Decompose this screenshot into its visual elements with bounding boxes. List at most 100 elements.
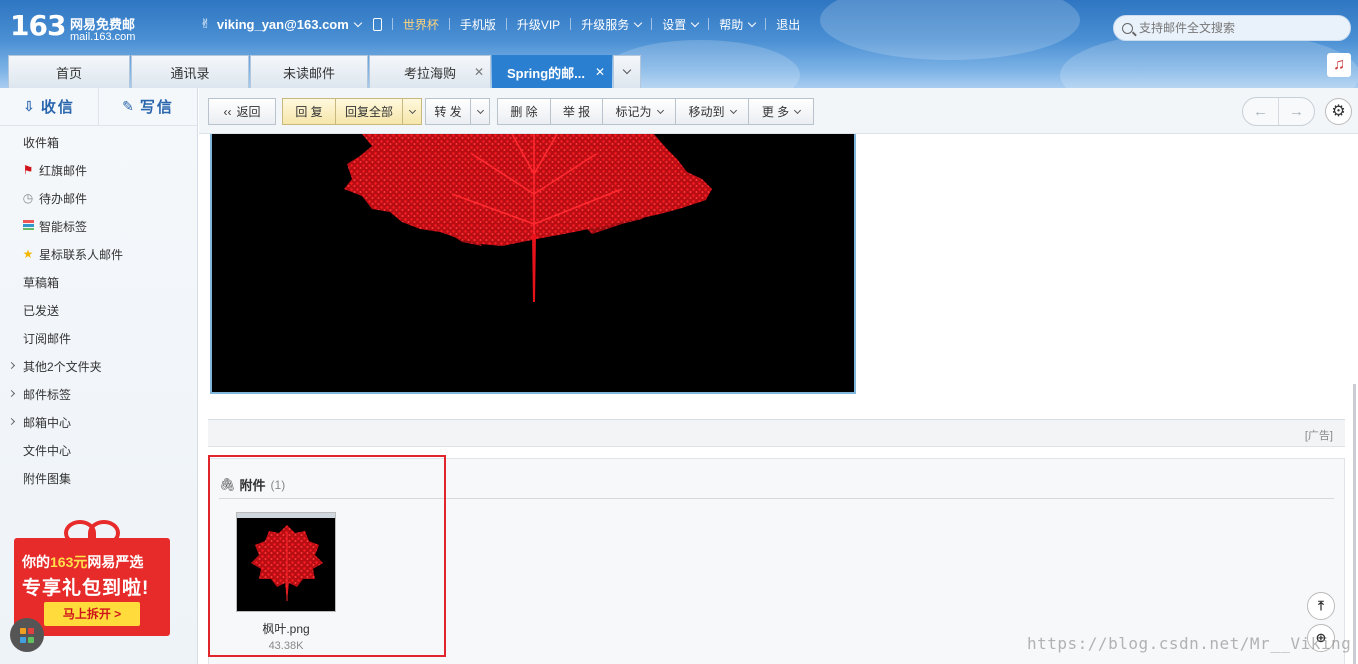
mail-content: [广告] 🖇 附件 (1) 枫叶.png 43.38K ⤒ ⊕: [199, 134, 1358, 664]
nav-separator: [391, 18, 393, 30]
close-icon[interactable]: ✕: [474, 65, 484, 79]
nav-separator: [448, 18, 450, 30]
tab-contacts[interactable]: 通讯录: [131, 55, 249, 88]
receive-mail-button[interactable]: ⇩ 收信: [0, 88, 99, 125]
forward-button[interactable]: 转 发: [425, 98, 471, 125]
more-button[interactable]: 更 多: [748, 98, 814, 125]
folder-mailbox-center[interactable]: 邮箱中心: [0, 408, 197, 436]
nav-separator: [708, 18, 710, 30]
tab-current-mail-label: Spring的邮...: [506, 65, 585, 81]
brand-logo[interactable]: 163 网易免费邮 mail.163.com: [10, 10, 135, 44]
nav-help-label: 帮助: [719, 17, 744, 32]
tab-home[interactable]: 首页: [8, 55, 130, 88]
ad-label[interactable]: [广告]: [1305, 427, 1333, 443]
next-mail-arrow-icon[interactable]: →: [1279, 98, 1314, 125]
folder-mail-tags[interactable]: 邮件标签: [0, 380, 197, 408]
header-bar: 163 网易免费邮 mail.163.com ✌ viking_yan@163.…: [0, 0, 1358, 88]
nav-upgrade-service[interactable]: 升级服务: [581, 16, 643, 33]
sidebar: ⇩ 收信 ✎ 写信 收件箱 ⚑ 红旗邮件 ◷ 待办邮件 智能标签 ★ 星标联系人邮件 草稿…: [0, 88, 198, 664]
chevron-down-icon: [747, 18, 757, 27]
forward-dropdown-button[interactable]: [470, 98, 490, 125]
nav-logout[interactable]: 退出: [776, 16, 800, 33]
reply-dropdown-button[interactable]: [402, 98, 422, 125]
write-mail-button[interactable]: ✎ 写信: [99, 88, 197, 125]
folder-sent[interactable]: 已发送: [0, 296, 197, 324]
reply-all-button[interactable]: 回复全部: [335, 98, 403, 125]
promo-prefix: 你的: [22, 554, 50, 570]
header-cloud-decoration: [820, 0, 1080, 60]
nav-settings-label: 设置: [662, 17, 687, 32]
folder-label: 草稿箱: [23, 275, 60, 290]
promo-open-button[interactable]: 马上拆开 >: [44, 602, 140, 626]
expand-arrow-icon[interactable]: [7, 417, 16, 426]
folder-label: 附件图集: [23, 471, 72, 486]
back-label: 返回: [236, 105, 261, 119]
folder-list: 收件箱 ⚑ 红旗邮件 ◷ 待办邮件 智能标签 ★ 星标联系人邮件 草稿箱 已发送 订阅…: [0, 126, 197, 492]
close-icon[interactable]: ✕: [595, 65, 605, 79]
music-note-icon[interactable]: ♫: [1327, 53, 1351, 77]
nav-separator: [651, 18, 653, 30]
search-icon[interactable]: [1122, 22, 1133, 34]
expand-arrow-icon[interactable]: [7, 389, 16, 398]
tab-unread-label: 未读邮件: [282, 65, 335, 81]
chevron-down-icon: [729, 106, 737, 114]
tab-more-button[interactable]: [613, 55, 641, 88]
nav-help[interactable]: 帮助: [719, 16, 757, 33]
folder-flagged[interactable]: ⚑ 红旗邮件: [0, 156, 197, 184]
pencil-icon: ✎: [122, 98, 134, 114]
reply-button[interactable]: 回 复: [282, 98, 336, 125]
app-launcher-icon[interactable]: [10, 618, 44, 652]
nav-settings[interactable]: 设置: [662, 16, 700, 33]
mail-prev-next: ← →: [1242, 97, 1315, 126]
mail-search-box[interactable]: [1113, 15, 1351, 41]
gear-icon[interactable]: ⚙: [1325, 98, 1352, 125]
back-button[interactable]: ‹‹ 返回: [208, 98, 276, 125]
nav-upgrade-vip[interactable]: 升级VIP: [517, 16, 560, 33]
tab-home-label: 首页: [55, 65, 82, 81]
mobile-phone-icon[interactable]: [372, 17, 382, 31]
tab-unread[interactable]: 未读邮件: [250, 55, 368, 88]
back-to-top-icon[interactable]: ⤒: [1307, 592, 1335, 620]
previous-mail-arrow-icon[interactable]: ←: [1243, 98, 1279, 125]
mark-as-button[interactable]: 标记为: [602, 98, 676, 125]
promo-line1: 你的163元网易严选: [22, 552, 143, 572]
folder-other-folders[interactable]: 其他2个文件夹: [0, 352, 197, 380]
delete-button[interactable]: 删 除: [497, 98, 551, 125]
nav-separator: [570, 18, 572, 30]
more-label: 更 多: [761, 105, 790, 119]
folder-subscriptions[interactable]: 订阅邮件: [0, 324, 197, 352]
nav-mobile[interactable]: 手机版: [460, 16, 496, 33]
promo-suffix: 网易严选: [87, 554, 144, 570]
tab-current-mail[interactable]: Spring的邮... ✕: [492, 55, 612, 88]
search-input[interactable]: [1139, 21, 1339, 35]
folder-attachment-gallery[interactable]: 附件图集: [0, 464, 197, 492]
nav-worldcup[interactable]: 世界杯: [403, 16, 439, 33]
mail-toolbar: ‹‹ 返回 回 复 回复全部 转 发 删 除 举 报 标记为 移动到 更 多 ← …: [199, 88, 1358, 134]
star-icon: ★: [22, 247, 34, 261]
chevron-down-icon: [690, 18, 700, 27]
content-scrollbar[interactable]: [1353, 384, 1356, 664]
folder-starred-contacts[interactable]: ★ 星标联系人邮件: [0, 240, 197, 268]
report-button[interactable]: 举 报: [550, 98, 603, 125]
user-account-menu[interactable]: ✌ viking_yan@163.com: [200, 16, 363, 32]
folder-drafts[interactable]: 草稿箱: [0, 268, 197, 296]
folder-todo[interactable]: ◷ 待办邮件: [0, 184, 197, 212]
folder-file-center[interactable]: 文件中心: [0, 436, 197, 464]
expand-arrow-icon[interactable]: [7, 361, 16, 370]
promo-amount: 163元: [50, 554, 88, 570]
move-to-button[interactable]: 移动到: [675, 98, 749, 125]
wave-hand-icon: ✌: [200, 16, 211, 31]
folder-label: 智能标签: [39, 219, 88, 234]
double-left-icon: ‹‹: [223, 104, 232, 119]
maple-leaf-fractal-image: [344, 134, 712, 302]
tab-kaola[interactable]: 考拉海购 ✕: [369, 55, 491, 88]
chevron-down-icon: [476, 106, 484, 114]
folder-label: 其他2个文件夹: [23, 359, 102, 374]
folder-smart-tags[interactable]: 智能标签: [0, 212, 197, 240]
folder-label: 收件箱: [23, 135, 60, 150]
folder-label: 星标联系人邮件: [39, 247, 124, 262]
write-label: 写信: [139, 99, 174, 116]
chevron-down-icon: [656, 106, 664, 114]
yanxuan-promo-banner[interactable]: 你的163元网易严选 专享礼包到啦! 马上拆开 >: [14, 518, 170, 636]
folder-inbox[interactable]: 收件箱: [0, 128, 197, 156]
